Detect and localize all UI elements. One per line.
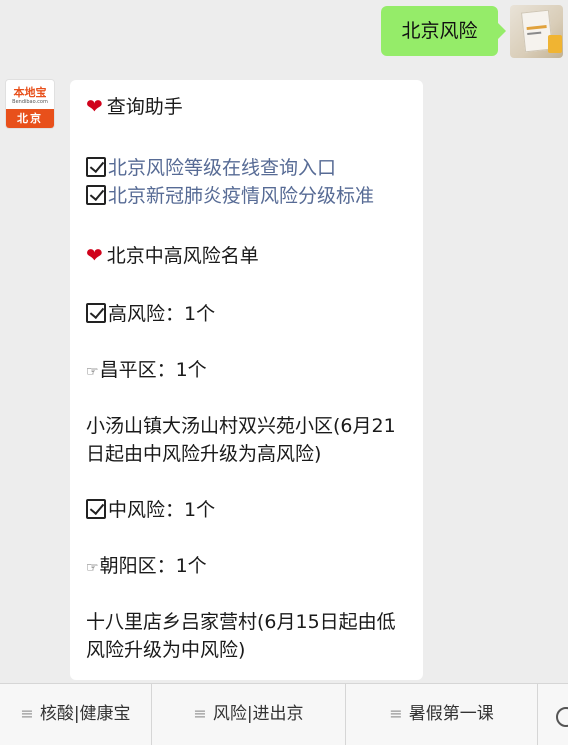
checkbox-icon: [86, 499, 106, 519]
menu-icon: ≡: [20, 704, 34, 723]
district-text: 昌平区：1个: [99, 359, 207, 381]
mid-risk-count: 中风险：1个: [86, 496, 215, 524]
incoming-message-bubble: ❤ 查询助手 北京风险等级在线查询入口 北京新冠肺炎疫情风险分级标准 ❤ 北京中高风…: [70, 80, 423, 680]
link-risk-level-query[interactable]: 北京风险等级在线查询入口: [86, 154, 336, 182]
avatar-cup-graphic: [548, 35, 562, 53]
logo-sub-text: Bendibao.com: [12, 99, 48, 105]
district-chaoyang: ☞朝阳区：1个: [86, 552, 207, 582]
pointing-hand-icon: ☞: [86, 364, 99, 380]
link-text: 北京风险等级在线查询入口: [108, 157, 337, 179]
checkbox-icon: [86, 303, 106, 323]
menu-label: 核酸|健康宝: [39, 704, 131, 724]
menu-item-risk-travel[interactable]: ≡ 风险|进出京: [152, 683, 345, 745]
high-risk-count: 高风险：1个: [86, 300, 215, 328]
outgoing-message-text: 北京风险: [401, 20, 478, 42]
section-query-helper: ❤ 查询助手: [86, 92, 183, 121]
outgoing-message-bubble[interactable]: 北京风险: [381, 6, 506, 56]
checkbox-icon: [86, 185, 106, 205]
checkbox-icon: [86, 157, 106, 177]
pointing-hand-icon: ☞: [86, 560, 99, 576]
menu-divider: [537, 683, 538, 745]
logo-city-text: 北京: [6, 109, 54, 128]
heart-icon: ❤: [86, 94, 103, 118]
bot-avatar[interactable]: 本地宝 Bendibao.com 北京: [5, 79, 55, 129]
district-changping: ☞昌平区：1个: [86, 356, 207, 386]
menu-label: 风险|进出京: [212, 704, 304, 724]
menu-icon: ≡: [193, 704, 207, 723]
section-risk-list: ❤ 北京中高风险名单: [86, 241, 259, 270]
menu-item-nucleic-health[interactable]: ≡ 核酸|健康宝: [0, 683, 151, 745]
section-title: 查询助手: [106, 96, 183, 118]
district-text: 朝阳区：1个: [99, 555, 207, 577]
link-risk-standard[interactable]: 北京新冠肺炎疫情风险分级标准: [86, 182, 374, 210]
mid-risk-text: 中风险：1个: [108, 499, 216, 521]
menu-icon: ≡: [389, 704, 403, 723]
link-text: 北京新冠肺炎疫情风险分级标准: [108, 185, 375, 207]
menu-label: 暑假第一课: [408, 704, 494, 724]
high-risk-text: 高风险：1个: [108, 303, 216, 325]
user-avatar[interactable]: [510, 5, 563, 58]
heart-icon: ❤: [86, 243, 103, 267]
section-title: 北京中高风险名单: [106, 245, 259, 267]
menu-item-summer-lesson[interactable]: ≡ 暑假第一课: [346, 683, 537, 745]
bendibao-logo: 本地宝 Bendibao.com: [6, 80, 54, 111]
logo-main-text: 本地宝: [13, 86, 47, 99]
area-xiaotangshan: 小汤山镇大汤山村双兴苑小区(6月21日起由中风险升级为高风险): [86, 415, 396, 465]
area-shibalidian: 十八里店乡吕家营村(6月15日起由低风险升级为中风险): [86, 611, 396, 661]
